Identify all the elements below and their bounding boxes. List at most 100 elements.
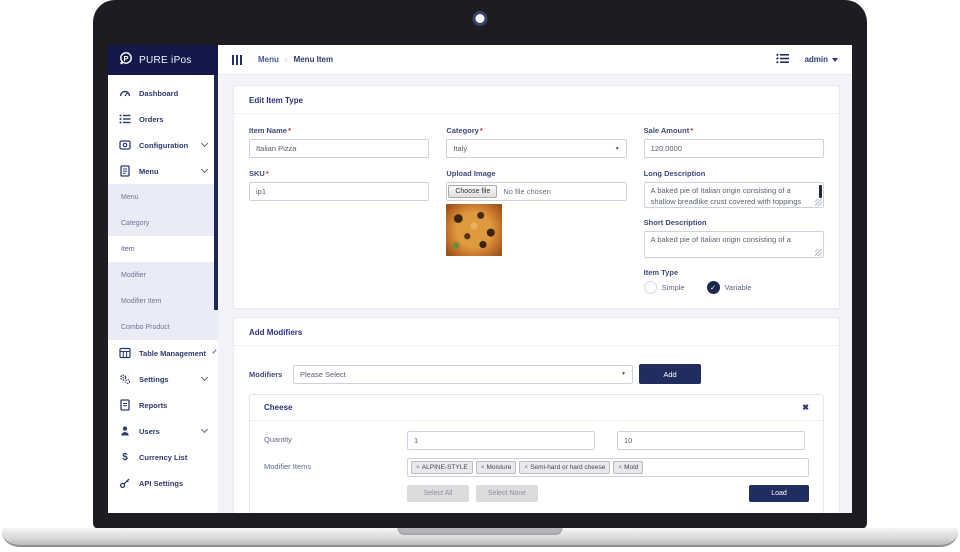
resize-handle-icon[interactable] bbox=[814, 249, 822, 256]
long-description-textarea[interactable]: A baked pie of Italian origin consisting… bbox=[643, 182, 824, 208]
sidebar-scrollbar[interactable] bbox=[214, 75, 218, 310]
submenu-item-combo-product[interactable]: Combo Product bbox=[108, 314, 218, 340]
user-menu[interactable]: admin bbox=[804, 55, 838, 64]
load-button[interactable]: Load bbox=[749, 485, 809, 502]
dashboard-icon bbox=[119, 90, 131, 97]
currency-dollar-icon: $ bbox=[122, 451, 128, 463]
sidebar-toggle-icon[interactable] bbox=[232, 54, 242, 65]
item-name-field[interactable] bbox=[249, 139, 430, 158]
modifiers-select-label: Modifiers bbox=[249, 369, 283, 379]
submenu-item-modifier-item[interactable]: Modifier Item bbox=[108, 288, 218, 314]
submenu-item-item[interactable]: Item bbox=[108, 236, 218, 262]
add-modifier-button[interactable]: Add bbox=[639, 364, 701, 384]
sidebar-item-api-settings[interactable]: API Settings bbox=[108, 470, 218, 496]
cheese-modifier-panel: Cheese ✖ Quantity 1 10 Modifier Items × … bbox=[249, 394, 824, 513]
breadcrumb: Menu › Menu Item bbox=[258, 55, 333, 64]
category-label: Category* bbox=[446, 126, 483, 135]
user-name: admin bbox=[804, 55, 828, 64]
edit-item-card: Edit Item Type Item Name* Category* bbox=[233, 85, 840, 309]
item-type-variable-radio[interactable]: ✓ Variable bbox=[706, 281, 752, 294]
laptop-base-notch bbox=[397, 528, 563, 535]
sidebar-item-table-management[interactable]: Table Management bbox=[108, 340, 218, 366]
quantity-min-field[interactable] bbox=[407, 431, 595, 450]
select-arrow-icon: ▼ bbox=[621, 371, 626, 377]
pos-admin-app: P PURE iPos Menu › Menu Item admin Dashb… bbox=[108, 45, 852, 513]
laptop-screen: P PURE iPos Menu › Menu Item admin Dashb… bbox=[108, 45, 852, 513]
sidebar-item-dashboard[interactable]: Dashboard bbox=[108, 80, 218, 106]
breadcrumb-separator-icon: › bbox=[284, 55, 288, 64]
breadcrumb-menu-item: Menu Item bbox=[293, 55, 334, 64]
category-select[interactable]: Italy ▼ bbox=[446, 139, 627, 158]
short-description-label: Short Description bbox=[643, 218, 707, 227]
radio-unchecked-icon bbox=[643, 281, 657, 294]
users-icon bbox=[121, 426, 129, 436]
submenu-item-modifier[interactable]: Modifier bbox=[108, 262, 218, 288]
laptop-base bbox=[2, 528, 958, 547]
remove-tag-icon[interactable]: × bbox=[481, 464, 485, 471]
sidebar-item-currency-list[interactable]: $ Currency List bbox=[108, 444, 218, 470]
remove-tag-icon[interactable]: × bbox=[416, 464, 420, 471]
svg-text:P: P bbox=[123, 54, 128, 63]
breadcrumb-menu[interactable]: Menu bbox=[258, 55, 279, 64]
modifier-items-multiselect[interactable]: × ALPINE-STYLE × Moisture × Semi-hard or ha… bbox=[407, 458, 809, 477]
textarea-scrollbar[interactable] bbox=[818, 185, 822, 198]
sku-field[interactable] bbox=[249, 182, 430, 201]
configuration-icon bbox=[119, 140, 131, 150]
sidebar-item-orders[interactable]: Orders bbox=[108, 106, 218, 132]
submenu-item-menu[interactable]: Menu bbox=[108, 184, 218, 210]
reports-icon bbox=[120, 399, 130, 411]
add-modifiers-title: Add Modifiers bbox=[234, 318, 839, 346]
table-icon bbox=[119, 347, 131, 359]
upload-image-input[interactable]: Choose file No file chosen bbox=[446, 182, 627, 201]
item-type-simple-radio[interactable]: Simple bbox=[643, 281, 685, 294]
brand-logo[interactable]: P PURE iPos bbox=[108, 45, 218, 75]
close-icon[interactable]: ✖ bbox=[802, 403, 809, 412]
add-modifiers-card: Add Modifiers Modifiers Please Select ▼ … bbox=[233, 317, 840, 513]
sale-amount-field[interactable] bbox=[643, 139, 824, 158]
modifier-panel-title: Cheese bbox=[264, 403, 293, 412]
list-icon[interactable] bbox=[776, 53, 790, 66]
item-type-options: Simple ✓ Variable bbox=[643, 281, 824, 294]
menu-submenu: Menu Category Item Modifier Modifier Ite… bbox=[108, 184, 218, 340]
sidebar-item-configuration[interactable]: Configuration bbox=[108, 132, 218, 158]
item-name-label: Item Name* bbox=[249, 126, 291, 135]
remove-tag-icon[interactable]: × bbox=[524, 464, 528, 471]
webcam-icon bbox=[472, 11, 488, 26]
brand-name: PURE iPos bbox=[139, 54, 192, 66]
sidebar-item-settings[interactable]: Settings bbox=[108, 366, 218, 392]
laptop-bezel: P PURE iPos Menu › Menu Item admin Dashb… bbox=[93, 0, 867, 529]
submenu-item-category[interactable]: Category bbox=[108, 210, 218, 236]
tag-moisture[interactable]: × Moisture bbox=[475, 461, 517, 474]
remove-tag-icon[interactable]: × bbox=[618, 464, 622, 471]
tag-alpine-style[interactable]: × ALPINE-STYLE bbox=[411, 461, 473, 474]
tag-semi-hard-cheese[interactable]: × Semi-hard or hard cheese bbox=[519, 461, 611, 474]
resize-handle-icon[interactable] bbox=[814, 199, 822, 206]
file-status-text: No file chosen bbox=[503, 187, 551, 196]
chevron-down-icon bbox=[212, 349, 217, 354]
main-content: Edit Item Type Item Name* Category* bbox=[218, 75, 852, 513]
app-header: P PURE iPos Menu › Menu Item admin bbox=[108, 45, 852, 75]
item-type-label: Item Type bbox=[643, 268, 679, 277]
modifiers-select[interactable]: Please Select ▼ bbox=[293, 364, 633, 384]
orders-icon bbox=[119, 114, 131, 124]
chevron-down-icon bbox=[200, 165, 209, 174]
choose-file-button[interactable]: Choose file bbox=[448, 185, 498, 198]
sidebar-item-menu[interactable]: Menu bbox=[108, 158, 218, 184]
select-arrow-icon: ▼ bbox=[614, 145, 620, 152]
item-image-thumbnail bbox=[446, 204, 503, 256]
edit-item-title: Edit Item Type bbox=[234, 86, 839, 114]
sidebar-item-reports[interactable]: Reports bbox=[108, 392, 218, 418]
sku-label: SKU* bbox=[249, 169, 269, 178]
radio-checked-icon: ✓ bbox=[706, 281, 720, 294]
chevron-down-icon bbox=[200, 139, 209, 148]
menu-icon bbox=[120, 165, 130, 177]
sidebar-item-users[interactable]: Users bbox=[108, 418, 218, 444]
tag-mold[interactable]: × Mold bbox=[613, 461, 644, 474]
long-description-label: Long Description bbox=[643, 169, 706, 178]
select-none-button[interactable]: Select None bbox=[476, 485, 538, 502]
short-description-textarea[interactable]: A baked pie of Italian origin consisting… bbox=[643, 231, 824, 258]
settings-gears-icon bbox=[120, 374, 131, 385]
quantity-max-field[interactable] bbox=[617, 431, 805, 450]
upload-image-label: Upload Image bbox=[446, 169, 496, 178]
select-all-button[interactable]: Select All bbox=[407, 485, 469, 502]
